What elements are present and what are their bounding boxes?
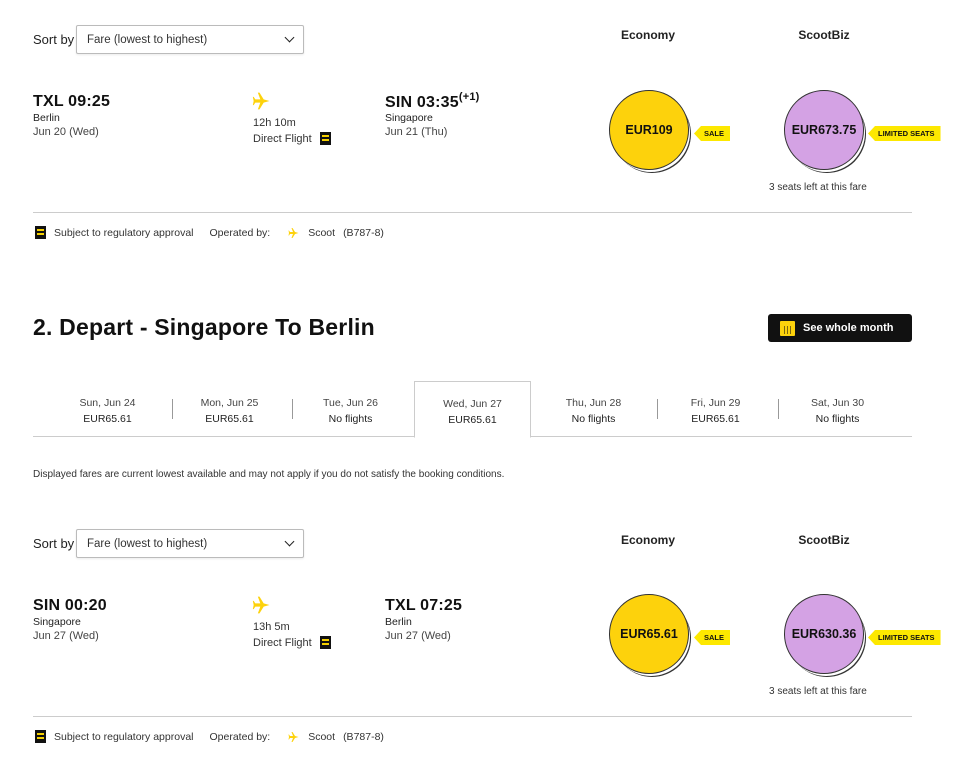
operated-by-label: Operated by: [209,730,271,743]
arrival-time-text: SIN 03:35 [385,94,459,111]
date-tab[interactable]: Mon, Jun 25 EUR65.61 [169,381,290,437]
arrival-date: Jun 27 (Wed) [385,630,451,642]
date-tab-fare: EUR65.61 [83,413,132,425]
divider [33,212,912,213]
scootbiz-price: EUR673.75 [791,123,857,137]
aircraft-type: (B787-8) [343,226,384,239]
date-tab-fare: No flights [328,413,373,425]
departure-date: Jun 27 (Wed) [33,630,99,642]
flight-footer: Subject to regulatory approval Operated … [35,226,384,239]
sort-label: Sort by [33,32,75,47]
sort-dropdown[interactable]: Fare (lowest to highest) [76,529,304,558]
economy-price: EUR109 [625,123,673,137]
flight-footer: Subject to regulatory approval Operated … [35,730,384,743]
seats-left-note: 3 seats left at this fare [769,686,867,697]
date-tab-label: Sun, Jun 24 [79,397,136,409]
plane-icon [252,596,270,614]
date-tab-fare: EUR65.61 [448,414,497,426]
economy-fare-button[interactable]: EUR109 [609,90,689,170]
date-tab-label: Tue, Jun 26 [322,397,379,409]
arrival-city: Berlin [385,616,412,628]
document-icon[interactable] [319,636,331,649]
date-tab-selected[interactable]: Wed, Jun 27 EUR65.61 [414,381,531,438]
sort-label: Sort by [33,536,75,551]
departure-time: TXL 09:25 [33,93,111,110]
chevron-down-icon [284,32,295,43]
economy-price: EUR65.61 [620,627,678,641]
operated-by-label: Operated by: [209,226,271,239]
date-tab-fare: No flights [571,413,616,425]
date-tab-label: Wed, Jun 27 [443,398,502,410]
sort-value: Fare (lowest to highest) [87,537,208,550]
sort-dropdown[interactable]: Fare (lowest to highest) [76,25,304,54]
flight-duration: 13h 5m [253,621,290,633]
date-tab-label: Fri, Jun 29 [690,397,741,409]
direct-flight-label: Direct Flight [253,132,331,145]
limited-seats-tag: LIMITED SEATS [868,126,941,141]
scootbiz-column-header: ScootBiz [798,28,850,42]
see-whole-month-button[interactable]: See whole month [768,314,912,342]
date-tab[interactable]: Thu, Jun 28 No flights [533,381,654,437]
arrival-next-day: (+1) [458,91,480,103]
date-tab-label: Mon, Jun 25 [200,397,259,409]
flight-duration: 12h 10m [253,117,296,129]
limited-seats-tag: LIMITED SEATS [868,630,941,645]
sale-tag: SALE [694,630,731,645]
section-title: 2. Depart - Singapore To Berlin [33,314,375,340]
document-icon [35,226,46,239]
divider [33,716,912,717]
sale-tag: SALE [694,126,731,141]
date-tab-fare: No flights [815,413,860,425]
arrival-time: SIN 03:35(+1) [385,91,480,112]
departure-date: Jun 20 (Wed) [33,126,99,138]
calendar-icon [780,320,795,336]
sort-value: Fare (lowest to highest) [87,33,208,46]
departure-time: SIN 00:20 [33,597,107,614]
economy-fare-button[interactable]: EUR65.61 [609,594,689,674]
regulatory-note: Subject to regulatory approval [54,730,194,743]
date-tab[interactable]: Tue, Jun 26 No flights [290,381,411,437]
arrival-date: Jun 21 (Thu) [385,126,448,138]
date-tab-fare: EUR65.61 [205,413,254,425]
plane-icon [252,92,270,110]
chevron-down-icon [284,536,295,547]
economy-column-header: Economy [620,28,675,42]
departure-city: Berlin [33,112,60,124]
direct-flight-label: Direct Flight [253,636,331,649]
economy-column-header: Economy [620,533,675,547]
plane-icon [288,227,299,238]
departure-city: Singapore [33,616,81,628]
document-icon [35,730,46,743]
scootbiz-price: EUR630.36 [791,627,857,641]
plane-icon [288,731,299,742]
scootbiz-column-header: ScootBiz [798,533,850,547]
regulatory-note: Subject to regulatory approval [54,226,194,239]
operator-name: Scoot [308,730,336,743]
aircraft-type: (B787-8) [343,730,384,743]
arrival-city: Singapore [385,112,433,124]
document-icon[interactable] [319,132,331,145]
scootbiz-fare-button[interactable]: EUR630.36 [784,594,864,674]
direct-flight-text: Direct Flight [253,132,312,145]
arrival-time: TXL 07:25 [385,597,463,614]
see-whole-month-label: See whole month [803,322,894,334]
date-tab[interactable]: Sun, Jun 24 EUR65.61 [47,381,168,437]
fare-disclaimer: Displayed fares are current lowest avail… [33,469,505,480]
date-tab[interactable]: Sat, Jun 30 No flights [777,381,898,437]
operator-name: Scoot [308,226,336,239]
date-tab-fare: EUR65.61 [691,413,740,425]
date-tab[interactable]: Fri, Jun 29 EUR65.61 [655,381,776,437]
date-tab-label: Thu, Jun 28 [565,397,622,409]
seats-left-note: 3 seats left at this fare [769,182,867,193]
date-selector: Sun, Jun 24 EUR65.61 Mon, Jun 25 EUR65.6… [33,381,912,438]
scootbiz-fare-button[interactable]: EUR673.75 [784,90,864,170]
direct-flight-text: Direct Flight [253,636,312,649]
date-tab-label: Sat, Jun 30 [810,397,865,409]
